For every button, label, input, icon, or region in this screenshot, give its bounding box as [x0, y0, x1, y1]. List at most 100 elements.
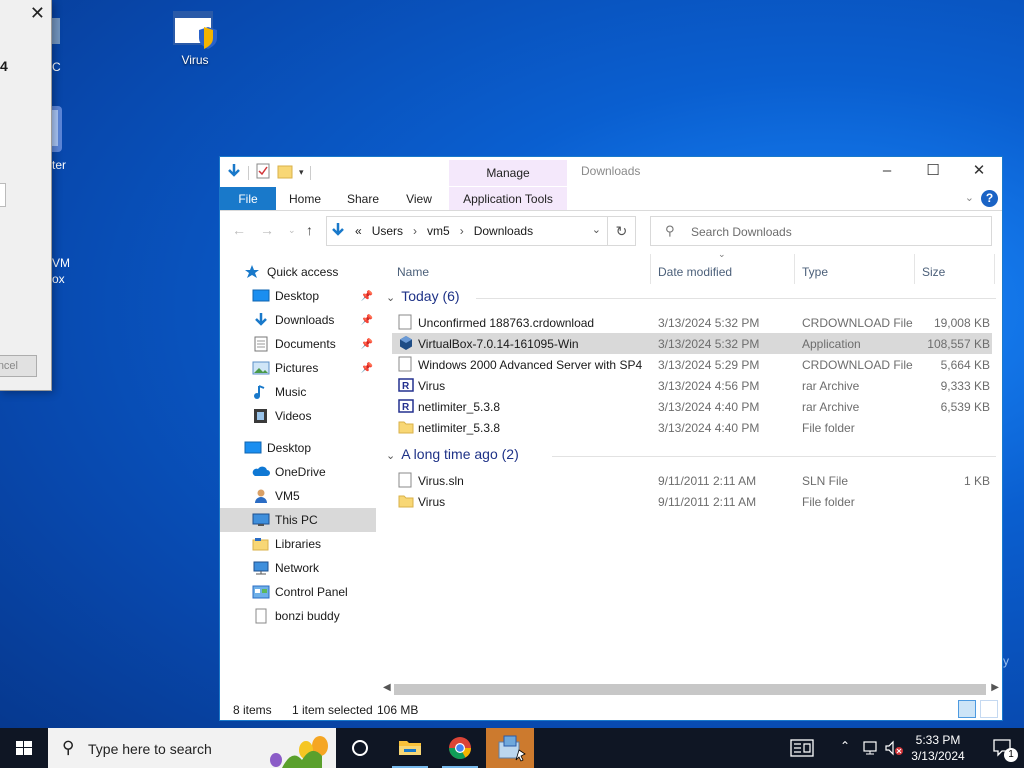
taskbar-clock[interactable]: 5:33 PM 3/13/2024	[904, 732, 972, 764]
nav-item-videos[interactable]: Videos	[220, 404, 376, 428]
column-divider[interactable]	[994, 254, 995, 284]
scrollbar-thumb[interactable]	[394, 684, 986, 695]
network-status-icon[interactable]	[862, 740, 880, 759]
breadcrumb-separator[interactable]: ›	[460, 224, 464, 238]
tab-view[interactable]: View	[394, 187, 444, 211]
desktop-icon-virus[interactable]: Virus	[160, 10, 230, 67]
column-header-type[interactable]: Type	[802, 265, 828, 279]
pin-icon[interactable]: 📌	[361, 291, 373, 302]
chevron-up-icon[interactable]: ⌃	[840, 739, 850, 753]
pin-icon[interactable]: 📌	[361, 315, 373, 326]
pin-icon[interactable]: 📌	[361, 363, 373, 374]
nav-item-libraries[interactable]: Libraries	[220, 532, 376, 556]
desktop-edge-text: y	[1003, 654, 1009, 668]
recent-locations-icon[interactable]: ⌄	[288, 225, 296, 236]
nav-item-documents[interactable]: Documents 📌	[220, 332, 376, 356]
nav-item-network[interactable]: Network	[220, 556, 376, 580]
column-divider[interactable]	[794, 254, 795, 284]
address-dropdown-icon[interactable]: ⌄	[592, 223, 601, 236]
up-arrow-icon[interactable]: ↑	[306, 222, 313, 238]
file-row[interactable]: Windows 2000 Advanced Server with SP4...…	[392, 354, 992, 375]
expand-ribbon-icon[interactable]: ⌄	[965, 191, 974, 204]
tab-share[interactable]: Share	[338, 187, 388, 211]
nav-item-bonzi-buddy[interactable]: bonzi buddy	[220, 604, 376, 628]
maximize-button[interactable]: ☐	[910, 157, 956, 187]
details-view-icon[interactable]	[958, 700, 976, 718]
nav-item-quick-access[interactable]: Quick access	[220, 260, 376, 284]
nav-item-control-panel[interactable]: Control Panel	[220, 580, 376, 604]
nav-item-desktop-root[interactable]: Desktop	[220, 436, 376, 460]
computer-icon	[252, 512, 270, 528]
nav-item-desktop[interactable]: Desktop 📌	[220, 284, 376, 308]
large-icons-view-icon[interactable]	[980, 700, 998, 718]
taskbar-search-box[interactable]: ⚲ Type here to search	[48, 728, 336, 768]
file-row-selected[interactable]: VirtualBox-7.0.14-161095-Win 3/13/2024 5…	[392, 333, 992, 354]
file-type: File folder	[802, 495, 855, 509]
column-header-size[interactable]: Size	[922, 265, 945, 279]
tab-file[interactable]: File	[220, 187, 276, 211]
scroll-right-arrow-icon[interactable]: ▶	[991, 682, 999, 693]
nav-item-onedrive[interactable]: OneDrive	[220, 460, 376, 484]
group-header-today[interactable]: ⌄ Today (6)	[386, 288, 996, 304]
taskbar-file-explorer[interactable]	[386, 728, 434, 768]
column-header-name[interactable]: Name	[397, 265, 429, 279]
close-button[interactable]: ✕	[956, 157, 1002, 187]
customize-toolbar-icon[interactable]: ▾	[299, 167, 304, 178]
column-header-date[interactable]: Date modified	[658, 265, 732, 279]
minimize-button[interactable]: –	[864, 157, 910, 187]
dialog-cancel-button[interactable]: ncel	[0, 355, 37, 377]
desktop-icon-partial-1-label: C	[52, 60, 61, 74]
down-arrow-icon[interactable]	[226, 163, 242, 182]
start-button[interactable]	[0, 728, 48, 768]
title-bar[interactable]: ▾ Manage Downloads – ☐ ✕	[220, 157, 1002, 187]
file-date: 3/13/2024 4:40 PM	[658, 421, 760, 435]
column-divider[interactable]	[914, 254, 915, 284]
new-folder-icon[interactable]	[277, 163, 293, 182]
news-widget-icon[interactable]	[790, 739, 814, 760]
dialog-input-field[interactable]	[0, 183, 6, 207]
help-icon[interactable]: ?	[981, 190, 998, 207]
file-name: Unconfirmed 188763.crdownload	[418, 316, 595, 330]
file-row[interactable]: netlimiter_5.3.8 3/13/2024 4:40 PM File …	[392, 417, 992, 438]
nav-item-pictures[interactable]: Pictures 📌	[220, 356, 376, 380]
horizontal-scrollbar[interactable]: ◀ ▶	[380, 681, 1002, 698]
file-row[interactable]: Virus.sln 9/11/2011 2:11 AM SLN File 1 K…	[392, 470, 992, 491]
svg-text:R: R	[402, 381, 410, 392]
file-row[interactable]: R Virus 3/13/2024 4:56 PM rar Archive 9,…	[392, 375, 992, 396]
breadcrumb-overflow[interactable]: «	[355, 224, 362, 238]
file-row[interactable]: Unconfirmed 188763.crdownload 3/13/2024 …	[392, 312, 992, 333]
nav-label: Documents	[275, 337, 336, 351]
volume-muted-icon[interactable]	[884, 740, 904, 759]
dialog-close-button[interactable]: ✕	[30, 3, 45, 24]
properties-icon[interactable]	[255, 163, 271, 182]
back-arrow-icon[interactable]: ←	[232, 222, 246, 238]
taskbar-chrome[interactable]	[436, 728, 484, 768]
file-explorer-window: ▾ Manage Downloads – ☐ ✕ File Home Share…	[219, 156, 1003, 721]
scroll-left-arrow-icon[interactable]: ◀	[383, 682, 391, 693]
taskbar-installer-app[interactable]	[486, 728, 534, 768]
column-divider[interactable]	[650, 254, 651, 284]
address-bar[interactable]: « Users › vm5 › Downloads ⌄	[326, 216, 608, 246]
file-date: 3/13/2024 5:32 PM	[658, 337, 760, 351]
nav-item-music[interactable]: Music	[220, 380, 376, 404]
refresh-button[interactable]: ↻	[608, 216, 636, 246]
nav-item-downloads[interactable]: Downloads 📌	[220, 308, 376, 332]
forward-arrow-icon[interactable]: →	[260, 222, 274, 238]
breadcrumb-vm5[interactable]: vm5	[427, 224, 450, 238]
file-row[interactable]: R netlimiter_5.3.8 3/13/2024 4:40 PM rar…	[392, 396, 992, 417]
breadcrumb-separator[interactable]: ›	[413, 224, 417, 238]
tab-application-tools[interactable]: Application Tools	[449, 187, 567, 211]
tab-home[interactable]: Home	[280, 187, 330, 211]
task-view-button[interactable]	[336, 728, 384, 768]
nav-item-vm5[interactable]: VM5	[220, 484, 376, 508]
group-header-long-ago[interactable]: ⌄ A long time ago (2)	[386, 446, 996, 462]
file-name: VirtualBox-7.0.14-161095-Win	[418, 337, 579, 351]
chevron-down-icon: ⌄	[386, 450, 396, 462]
nav-item-this-pc[interactable]: This PC	[220, 508, 376, 532]
pin-icon[interactable]: 📌	[361, 339, 373, 350]
breadcrumb-users[interactable]: Users	[372, 224, 403, 238]
search-box[interactable]: ⚲ Search Downloads	[650, 216, 992, 246]
file-row[interactable]: Virus 9/11/2011 2:11 AM File folder	[392, 491, 992, 512]
notification-center-button[interactable]: 1	[982, 728, 1024, 768]
breadcrumb-downloads[interactable]: Downloads	[474, 224, 533, 238]
